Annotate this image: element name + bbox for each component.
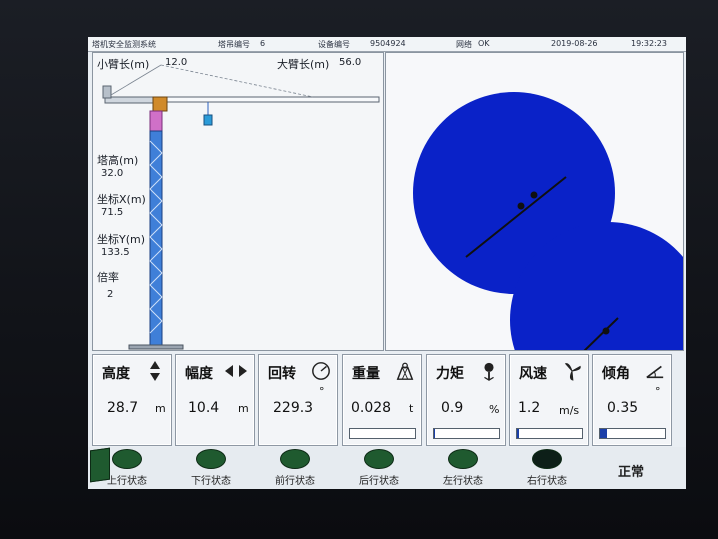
coord-x-label: 坐标X(m) (97, 193, 146, 206)
tilt-angle-icon (646, 365, 664, 379)
moment-bar (433, 428, 500, 439)
status-row: 上行状态 下行状态 前行状态 后行状态 左行状态 右行状态 正常 (88, 447, 686, 489)
moment-bar-fill (434, 429, 435, 438)
tilt-unit: ° (655, 385, 661, 398)
wind-speed-title: 风速 (519, 366, 547, 382)
status-backward-indicator (364, 449, 394, 469)
tower-height-value: 32.0 (101, 168, 124, 179)
top-view-map (413, 92, 683, 350)
small-arm-value: 12.0 (165, 57, 188, 68)
moment-unit: % (489, 403, 500, 416)
status-backward-label: 后行状态 (359, 476, 399, 487)
hook-block (203, 114, 213, 126)
height-title: 高度 (102, 366, 130, 382)
system-title: 塔机安全监测系统 (92, 40, 156, 49)
status-down[interactable]: 下行状态 (176, 449, 246, 489)
weight-bar (349, 428, 416, 439)
status-normal: 正常 (596, 449, 666, 489)
status-down-indicator (196, 449, 226, 469)
status-normal-label: 正常 (617, 465, 644, 480)
rotation-dial-icon (312, 362, 330, 380)
tower-top (149, 110, 163, 132)
status-forward-label: 前行状态 (275, 476, 315, 487)
wind-speed-bar-fill (517, 429, 519, 438)
crane-diagram-panel: 小臂长(m) 12.0 大臂长(m) 56.0 塔高(m) 32.0 坐标X(m… (92, 52, 384, 351)
status-forward-indicator (280, 449, 310, 469)
left-right-arrows-icon (225, 365, 247, 377)
moment-card: 力矩 0.9 % (426, 354, 506, 446)
wind-speed-card: 风速 1.2 m/s (509, 354, 589, 446)
tilt-bar (599, 428, 666, 439)
network-label: 网络 (456, 40, 472, 49)
tower-no-value: 6 (260, 39, 266, 48)
status-right[interactable]: 右行状态 (512, 449, 582, 489)
tilt-value: 0.35 (607, 400, 639, 416)
weight-card: 重量 0.028 t (342, 354, 422, 446)
weight-title: 重量 (352, 366, 380, 382)
tilt-title: 倾角 (602, 366, 630, 382)
status-up-indicator (112, 449, 142, 469)
big-arm-value: 56.0 (339, 57, 362, 68)
rotation-card: 回转 229.3 ° (258, 354, 338, 446)
weight-unit: t (409, 402, 414, 415)
coord-y-label: 坐标Y(m) (97, 233, 146, 246)
device-no-value: 9504924 (370, 39, 406, 48)
ratio-value: 2 (107, 289, 114, 300)
monitor-screen: 塔机安全监测系统 塔吊编号 6 设备编号 9504924 网络 OK 2019-… (88, 37, 686, 489)
range-card: 幅度 10.4 m (175, 354, 255, 446)
coord-x-value: 71.5 (101, 207, 124, 218)
wind-speed-bar (516, 428, 583, 439)
wind-speed-unit: m/s (559, 404, 580, 417)
crane-cab (152, 96, 168, 112)
device-no-label: 设备编号 (318, 40, 350, 49)
status-down-label: 下行状态 (191, 476, 231, 487)
big-arm-label: 大臂长(m) (277, 58, 330, 71)
status-forward[interactable]: 前行状态 (260, 449, 330, 489)
weight-value: 0.028 (351, 400, 392, 416)
jib-dot-3 (602, 327, 610, 335)
status-left-indicator (448, 449, 478, 469)
status-backward[interactable]: 后行状态 (344, 449, 414, 489)
side-indicator (90, 447, 110, 483)
weight-icon (396, 362, 414, 380)
status-right-label: 右行状态 (527, 476, 567, 487)
height-value: 28.7 (107, 400, 139, 416)
range-title: 幅度 (185, 366, 213, 382)
small-arm-label: 小臂长(m) (97, 58, 150, 71)
moment-icon (484, 362, 494, 381)
fan-icon (564, 363, 581, 381)
main-jib (160, 96, 380, 103)
tower-base (128, 344, 184, 350)
network-status: OK (478, 39, 490, 48)
rotation-value: 229.3 (273, 400, 314, 416)
tower-no-label: 塔吊编号 (218, 40, 250, 49)
range-unit: m (238, 402, 249, 415)
ratio-label: 倍率 (97, 271, 119, 284)
moment-value: 0.9 (441, 400, 464, 416)
status-left[interactable]: 左行状态 (428, 449, 498, 489)
jib-dot-1 (517, 202, 525, 210)
date-display: 2019-08-26 (551, 39, 598, 48)
moment-title: 力矩 (436, 366, 464, 382)
tilt-bar-fill (600, 429, 607, 438)
header-bar: 塔机安全监测系统 塔吊编号 6 设备编号 9504924 网络 OK 2019-… (88, 37, 686, 52)
coord-y-value: 133.5 (101, 247, 130, 258)
counter-weight (102, 85, 112, 99)
height-card: 高度 28.7 m (92, 354, 172, 446)
rotation-unit: ° (319, 385, 325, 398)
tilt-card: 倾角 0.35 ° (592, 354, 672, 446)
top-view-map-panel[interactable] (385, 52, 684, 351)
status-right-indicator (532, 449, 562, 469)
rotation-title: 回转 (268, 366, 296, 382)
height-unit: m (155, 402, 166, 415)
status-left-label: 左行状态 (443, 476, 483, 487)
wind-speed-value: 1.2 (518, 400, 541, 416)
time-display: 19:32:23 (631, 39, 667, 48)
tower-height-label: 塔高(m) (97, 154, 139, 167)
up-down-arrows-icon (150, 361, 160, 381)
jib-dot-2 (530, 191, 538, 199)
range-value: 10.4 (188, 400, 220, 416)
